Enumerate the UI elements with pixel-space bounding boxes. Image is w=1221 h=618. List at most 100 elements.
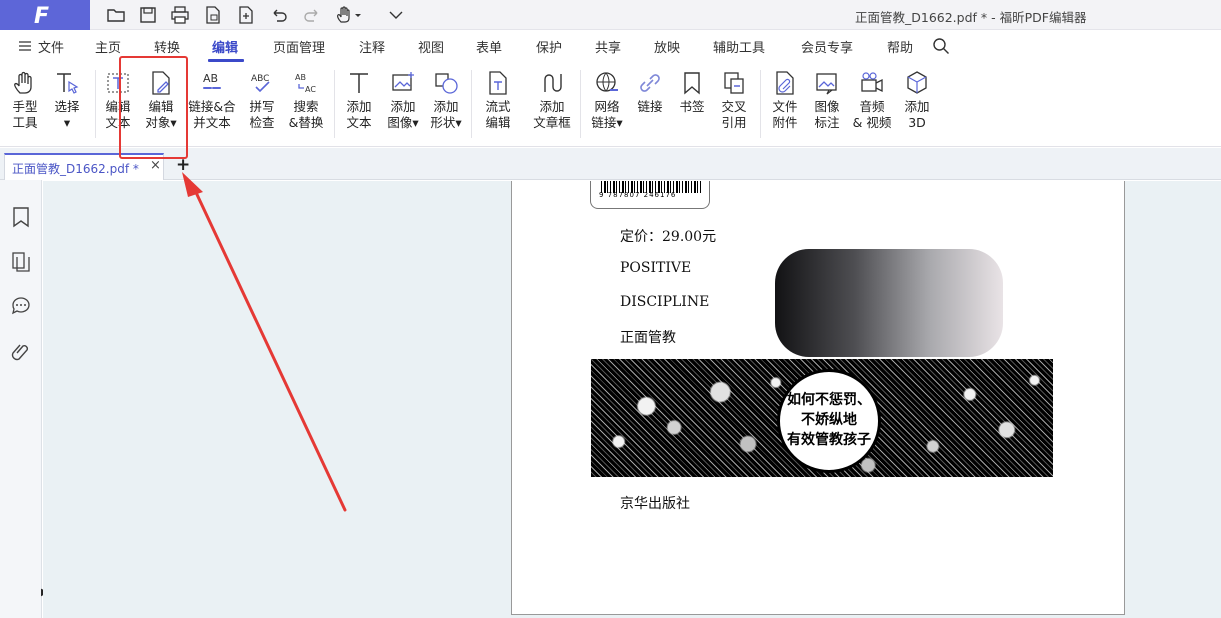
- new-document-icon[interactable]: [236, 5, 256, 25]
- new-from-file-icon[interactable]: [203, 5, 223, 25]
- add-tab-icon[interactable]: +: [176, 155, 190, 175]
- menu-accessibility-tools[interactable]: 辅助工具: [713, 37, 765, 56]
- menu-form[interactable]: 表单: [476, 37, 502, 56]
- open-folder-icon[interactable]: [106, 5, 126, 25]
- title-line-discipline: DISCIPLINE: [620, 294, 710, 310]
- add-article-box-icon: [544, 74, 562, 92]
- search-icon[interactable]: [932, 37, 950, 55]
- toolbar-separator: [471, 70, 472, 138]
- add-text-icon: [350, 73, 368, 93]
- link-icon: [640, 74, 660, 92]
- search-replace-button[interactable]: AB AC 搜索 &替换: [283, 70, 329, 131]
- web-link-icon: [596, 72, 618, 92]
- menu-share[interactable]: 共享: [595, 37, 621, 56]
- hand-tool-button[interactable]: 手型 工具: [2, 70, 48, 131]
- flow-edit-button[interactable]: 流式 编辑: [475, 70, 521, 131]
- add-shape-button[interactable]: 添加 形状▾: [423, 70, 469, 131]
- bookmark-icon: [684, 72, 700, 95]
- menu-edit[interactable]: 编辑: [212, 37, 238, 56]
- file-attachment-button[interactable]: 文件 附件: [762, 70, 808, 131]
- hand-icon: [14, 71, 32, 94]
- audio-video-button[interactable]: 音频 & 视频: [848, 70, 896, 131]
- title-bar: F 正面管教_D1662.pdf * - 福昕PDF编辑器: [0, 0, 1221, 30]
- banner-line-1: 如何不惩罚、: [787, 392, 871, 408]
- add-article-box-button[interactable]: 添加 文章框: [527, 70, 577, 131]
- audio-video-icon: [861, 72, 883, 93]
- cross-reference-button[interactable]: 交叉 引用: [711, 70, 757, 131]
- menu-bar: 文件 主页 转换 编辑 页面管理 注释 视图 表单 保护 共享 放映 辅助工具 …: [0, 30, 1221, 62]
- attachments-panel-icon[interactable]: [11, 341, 31, 363]
- flow-edit-icon: [489, 71, 507, 95]
- menu-comment[interactable]: 注释: [359, 37, 385, 56]
- banner-circle-text: 如何不惩罚、 不娇纵地 有效管教孩子: [780, 390, 878, 450]
- price-text: 定价：29.00元: [620, 229, 717, 245]
- comments-panel-icon[interactable]: [11, 295, 31, 317]
- bookmark-panel-icon[interactable]: [11, 206, 31, 228]
- document-tab[interactable]: 正面管教_D1662.pdf * ×: [4, 153, 164, 180]
- add-3d-icon: [907, 71, 927, 94]
- customize-toolbar-icon[interactable]: [386, 5, 406, 25]
- banner-circle: 如何不惩罚、 不娇纵地 有效管教孩子: [777, 369, 881, 473]
- image-annotation-button[interactable]: 图像 标注: [804, 70, 850, 131]
- link-merge-text-icon: AB: [203, 72, 221, 89]
- undo-icon[interactable]: [269, 5, 289, 25]
- gradient-shape-object[interactable]: [775, 249, 1003, 357]
- svg-text:AC: AC: [305, 85, 316, 94]
- hamburger-icon[interactable]: [18, 40, 32, 52]
- select-text-icon: [57, 73, 79, 94]
- banner-line-2: 不娇纵地: [801, 412, 857, 428]
- svg-text:AB: AB: [203, 72, 218, 85]
- hand-tool-dropdown-icon[interactable]: [335, 5, 363, 25]
- svg-text:ABC: ABC: [251, 74, 269, 84]
- close-tab-icon[interactable]: ×: [150, 158, 161, 173]
- cover-banner-image[interactable]: 如何不惩罚、 不娇纵地 有效管教孩子: [591, 359, 1053, 477]
- edit-text-button[interactable]: 编辑 文本: [95, 70, 141, 131]
- title-line-positive: POSITIVE: [620, 260, 692, 276]
- app-logo[interactable]: F: [0, 0, 90, 30]
- title-line-chinese: 正面管教: [620, 330, 676, 346]
- add-image-icon: [392, 72, 414, 91]
- menu-file[interactable]: 文件: [38, 37, 64, 56]
- spell-check-icon: ABC: [251, 74, 270, 93]
- add-image-button[interactable]: 添加 图像▾: [380, 70, 426, 131]
- add-text-button[interactable]: 添加 文本: [336, 70, 382, 131]
- publisher-text: 京华出版社: [620, 496, 690, 512]
- pdf-page[interactable]: 9 787807 246176 定价：29.00元 POSITIVE DISCI…: [511, 181, 1125, 615]
- search-replace-icon: AB AC: [295, 73, 316, 94]
- bookmark-button[interactable]: 书签: [669, 70, 715, 115]
- edit-object-button[interactable]: 编辑 对象▾: [138, 70, 184, 131]
- file-attachment-icon: [776, 71, 794, 95]
- select-button[interactable]: 选择 ▾: [44, 70, 90, 131]
- spell-check-button[interactable]: ABC 拼写 检查: [239, 70, 285, 131]
- pages-panel-icon[interactable]: [11, 251, 31, 273]
- save-icon[interactable]: [138, 5, 158, 25]
- document-tab-title: 正面管教_D1662.pdf *: [12, 162, 139, 176]
- menu-view[interactable]: 视图: [418, 37, 444, 56]
- print-icon[interactable]: [170, 5, 190, 25]
- image-annotation-icon: [816, 73, 837, 95]
- foxit-logo-icon: F: [34, 4, 50, 29]
- window-title: 正面管教_D1662.pdf * - 福昕PDF编辑器: [855, 10, 1087, 25]
- menu-protect[interactable]: 保护: [536, 37, 562, 56]
- menu-home[interactable]: 主页: [95, 37, 121, 56]
- add-3d-button[interactable]: 添加 3D: [894, 70, 940, 131]
- menu-membership[interactable]: 会员专享: [801, 37, 853, 56]
- toolbar-separator: [580, 70, 581, 138]
- left-panel: [0, 180, 42, 618]
- add-shape-icon: [435, 73, 458, 94]
- redo-icon[interactable]: [302, 5, 322, 25]
- link-merge-text-button[interactable]: AB 链接&合 并文本: [186, 70, 238, 131]
- svg-text:AB: AB: [295, 73, 306, 82]
- barcode-image: 9 787807 246176: [590, 181, 710, 209]
- menu-convert[interactable]: 转换: [154, 37, 180, 56]
- link-button[interactable]: 链接: [627, 70, 673, 115]
- menu-page-management[interactable]: 页面管理: [273, 37, 325, 56]
- cross-reference-icon: [724, 72, 744, 94]
- edit-object-icon: [152, 71, 170, 95]
- edit-text-icon: [107, 73, 129, 93]
- web-link-button[interactable]: 网络 链接▾: [584, 70, 630, 131]
- toolbar-separator: [334, 70, 335, 138]
- menu-help[interactable]: 帮助: [887, 37, 913, 56]
- banner-line-3: 有效管教孩子: [787, 432, 871, 448]
- menu-slideshow[interactable]: 放映: [654, 37, 680, 56]
